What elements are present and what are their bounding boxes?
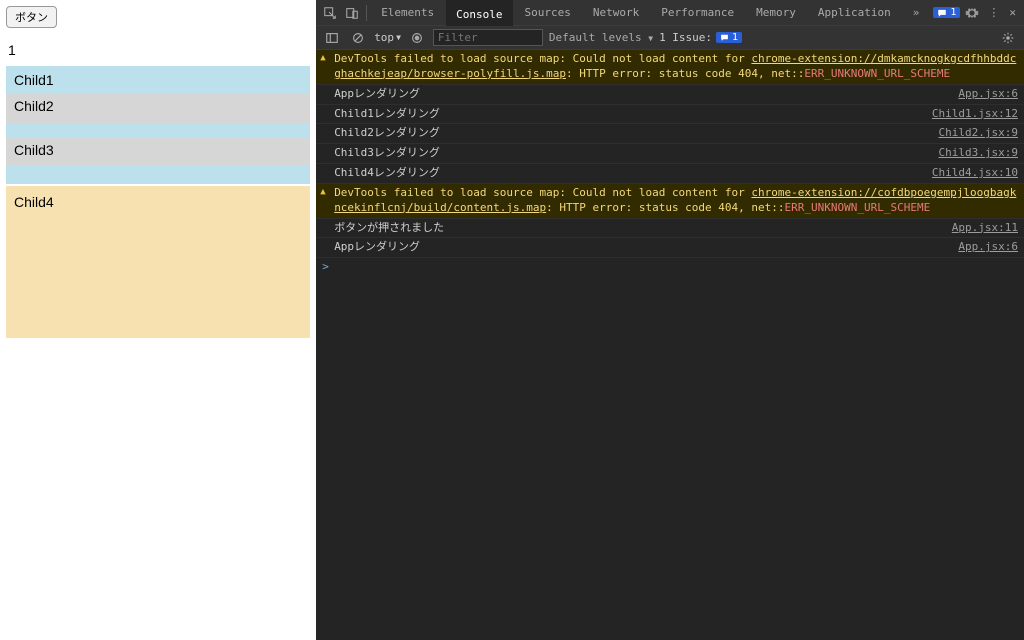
child3-label: Child3 bbox=[6, 138, 310, 162]
inspect-element-icon[interactable] bbox=[320, 3, 340, 23]
issues-count: 1 bbox=[732, 32, 738, 43]
live-expression-icon[interactable] bbox=[407, 28, 427, 48]
console-log-row: ボタンが押されました App.jsx:11 bbox=[316, 219, 1024, 239]
log-source-link[interactable]: Child2.jsx:9 bbox=[927, 126, 1018, 141]
tab-network[interactable]: Network bbox=[583, 0, 649, 26]
log-message: Child2レンダリング bbox=[334, 126, 926, 141]
child4-label: Child4 bbox=[6, 186, 310, 218]
component-stage: Child1 Child2 Child3 Child4 bbox=[6, 66, 310, 338]
child1-box: Child1 Child2 Child3 bbox=[6, 66, 310, 184]
app-preview-pane: ボタン 1 Child1 Child2 Child3 Child4 bbox=[0, 0, 316, 640]
log-message: Child3レンダリング bbox=[334, 146, 926, 161]
log-source-link[interactable]: App.jsx:6 bbox=[946, 87, 1018, 102]
log-source-link[interactable]: Child3.jsx:9 bbox=[927, 146, 1018, 161]
increment-button[interactable]: ボタン bbox=[6, 6, 57, 28]
tab-sources[interactable]: Sources bbox=[515, 0, 581, 26]
console-toolbar: top ▼ Default levels ▼ 1 Issue: 1 bbox=[316, 26, 1024, 50]
warning-text: DevTools failed to load source map: Coul… bbox=[334, 52, 751, 65]
settings-icon[interactable] bbox=[962, 3, 982, 23]
child2-label: Child2 bbox=[6, 94, 310, 118]
chevron-down-icon: ▼ bbox=[396, 33, 401, 42]
devtools-tabstrip: Elements Console Sources Network Perform… bbox=[316, 0, 1024, 26]
chevron-down-icon: ▼ bbox=[648, 34, 653, 43]
child1-label: Child1 bbox=[6, 66, 310, 94]
issues-label: 1 Issue: bbox=[659, 31, 712, 44]
console-prompt[interactable]: > bbox=[316, 258, 1024, 275]
tab-application[interactable]: Application bbox=[808, 0, 901, 26]
log-message: Appレンダリング bbox=[334, 87, 946, 102]
console-log-row: Appレンダリング App.jsx:6 bbox=[316, 238, 1024, 258]
issues-link[interactable]: 1 Issue: 1 bbox=[659, 31, 742, 44]
error-code: ERR_UNKNOWN_URL_SCHEME bbox=[804, 67, 950, 80]
console-warning-row: DevTools failed to load source map: Coul… bbox=[316, 50, 1024, 85]
device-toolbar-icon[interactable] bbox=[342, 3, 362, 23]
issue-count-value: 1 bbox=[950, 7, 956, 18]
tabs-overflow[interactable]: » bbox=[903, 0, 930, 26]
console-sidebar-toggle-icon[interactable] bbox=[322, 28, 342, 48]
log-source-link[interactable]: App.jsx:6 bbox=[946, 240, 1018, 255]
close-devtools-icon[interactable]: ✕ bbox=[1005, 6, 1020, 19]
warning-text: : HTTP error: status code 404, net:: bbox=[546, 201, 784, 214]
warning-text: DevTools failed to load source map: Coul… bbox=[334, 186, 751, 199]
issue-count-badge[interactable]: 1 bbox=[933, 7, 960, 18]
console-log-row: Child3レンダリング Child3.jsx:9 bbox=[316, 144, 1024, 164]
console-log-row: Appレンダリング App.jsx:6 bbox=[316, 85, 1024, 105]
log-levels-selector[interactable]: Default levels ▼ bbox=[549, 31, 653, 44]
console-log-row: Child2レンダリング Child2.jsx:9 bbox=[316, 124, 1024, 144]
divider bbox=[366, 5, 367, 21]
execution-context-selector[interactable]: top ▼ bbox=[374, 31, 401, 44]
log-source-link[interactable]: Child4.jsx:10 bbox=[920, 166, 1018, 181]
tab-memory[interactable]: Memory bbox=[746, 0, 806, 26]
warning-text: : HTTP error: status code 404, net:: bbox=[566, 67, 804, 80]
devtools-pane: Elements Console Sources Network Perform… bbox=[316, 0, 1024, 640]
child4-box: Child4 bbox=[6, 186, 310, 338]
counter-value: 1 bbox=[8, 42, 310, 58]
log-source-link[interactable]: App.jsx:11 bbox=[940, 221, 1018, 236]
execution-context-value: top bbox=[374, 31, 394, 44]
child3-box: Child3 bbox=[6, 138, 310, 166]
console-filter-input[interactable] bbox=[433, 29, 543, 46]
log-message: ボタンが押されました bbox=[334, 221, 940, 236]
clear-console-icon[interactable] bbox=[348, 28, 368, 48]
log-levels-label: Default levels bbox=[549, 31, 642, 44]
child2-box: Child2 bbox=[6, 94, 310, 124]
log-source-link[interactable]: Child1.jsx:12 bbox=[920, 107, 1018, 122]
tab-performance[interactable]: Performance bbox=[651, 0, 744, 26]
error-code: ERR_UNKNOWN_URL_SCHEME bbox=[785, 201, 931, 214]
console-settings-icon[interactable] bbox=[998, 28, 1018, 48]
console-log-row: Child1レンダリング Child1.jsx:12 bbox=[316, 105, 1024, 125]
tab-elements[interactable]: Elements bbox=[371, 0, 444, 26]
console-log-row: Child4レンダリング Child4.jsx:10 bbox=[316, 164, 1024, 184]
console-warning-row: DevTools failed to load source map: Coul… bbox=[316, 184, 1024, 219]
log-message: Child1レンダリング bbox=[334, 107, 920, 122]
tab-console[interactable]: Console bbox=[446, 0, 512, 26]
log-message: Child4レンダリング bbox=[334, 166, 920, 181]
console-output[interactable]: DevTools failed to load source map: Coul… bbox=[316, 50, 1024, 640]
log-message: Appレンダリング bbox=[334, 240, 946, 255]
kebab-menu-icon[interactable]: ⋮ bbox=[984, 6, 1003, 19]
